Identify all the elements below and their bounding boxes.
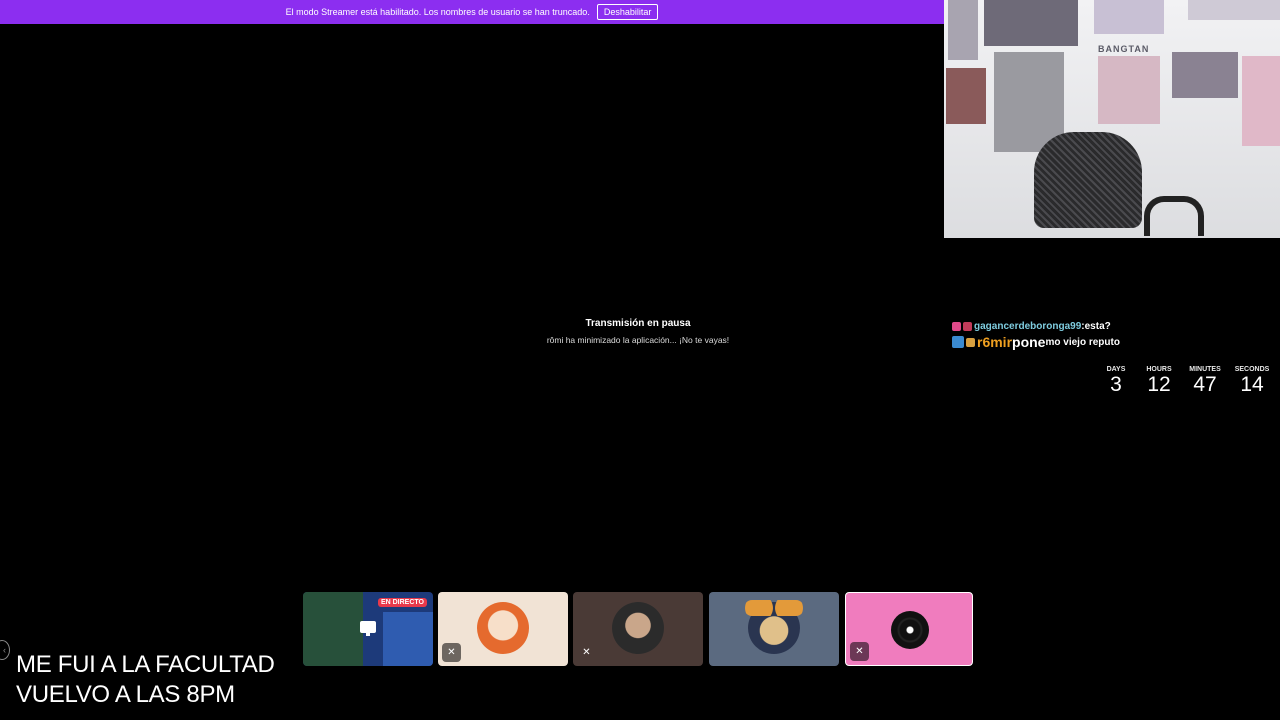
countdown-hours: HOURS 12: [1136, 366, 1182, 397]
poster: [1172, 52, 1238, 98]
chair-arm: [1144, 196, 1204, 236]
countdown-minutes: MINUTES 47: [1182, 366, 1228, 397]
participant-tile[interactable]: ✕: [438, 592, 568, 666]
streamer-mode-banner: El modo Streamer está habilitado. Los no…: [0, 0, 944, 24]
streamer-mode-message: El modo Streamer está habilitado. Los no…: [285, 7, 590, 17]
countdown-label: MINUTES: [1189, 366, 1221, 373]
vinyl-record-icon: [891, 611, 929, 649]
countdown-value: 12: [1147, 373, 1171, 396]
chat-message: r6mir pone mo viejo reputo: [952, 334, 1272, 350]
heart-badge-icon: [952, 321, 961, 331]
overlay-line-2: VUELVO A LAS 8PM: [16, 681, 235, 708]
stream-overlay-text: ME FUI A LA FACULTAD VUELVO A LAS 8PM: [16, 650, 275, 710]
avatar: [612, 602, 664, 654]
chat-username: r6mir: [977, 334, 1013, 350]
participant-tile[interactable]: ✕: [573, 592, 703, 666]
game-map: [383, 612, 433, 666]
poster: [984, 0, 1078, 46]
countdown-value: 3: [1110, 373, 1122, 396]
countdown-value: 14: [1240, 373, 1264, 396]
countdown-days: DAYS 3: [1096, 366, 1136, 397]
countdown-label: SECONDS: [1234, 366, 1270, 373]
mic-muted-icon: ✕: [582, 647, 591, 658]
disable-streamer-mode-button[interactable]: Deshabilitar: [596, 4, 659, 20]
webcam-feed: BANGTAN: [944, 0, 1280, 238]
mic-muted-icon: ✕: [442, 643, 461, 662]
live-badge: EN DIRECTO: [377, 598, 427, 607]
screen-share-icon: [360, 621, 376, 636]
headphones-deafened-icon: ✕: [850, 642, 869, 661]
wall-text: BANGTAN: [1098, 44, 1150, 54]
participant-tile-screenshare[interactable]: EN DIRECTO: [303, 592, 433, 666]
game-map: [303, 592, 363, 666]
participant-tile[interactable]: [709, 592, 839, 666]
countdown-seconds: SECONDS 14: [1228, 366, 1276, 397]
chat-text: esta?: [1084, 320, 1111, 332]
poster: [1098, 56, 1160, 124]
chat-text: pone: [1012, 334, 1046, 350]
countdown-label: HOURS: [1146, 366, 1172, 373]
poster: [946, 68, 986, 124]
countdown-label: DAYS: [1106, 366, 1126, 373]
poster: [948, 0, 978, 60]
office-chair: [1034, 132, 1142, 228]
chat-text-trailing: mo viejo reputo: [1045, 336, 1120, 348]
poster: [1094, 0, 1164, 34]
chat-username: gagancerdeboronga99: [974, 320, 1082, 332]
chevron-left-icon[interactable]: ‹: [0, 640, 10, 660]
poster: [1242, 56, 1280, 146]
chat-overlay: gagancerdeboronga99 : esta? r6mir pone m…: [952, 318, 1272, 350]
chat-message: gagancerdeboronga99 : esta?: [952, 318, 1272, 334]
avatar-decoration: [744, 600, 804, 616]
countdown-value: 47: [1193, 373, 1217, 396]
mod-badge-icon: [963, 321, 972, 331]
poster: [1188, 0, 1280, 20]
countdown-timer: DAYS 3 HOURS 12 MINUTES 47 SECONDS 14: [1096, 366, 1276, 397]
avatar: [477, 602, 529, 654]
participant-tile-music[interactable]: ✕: [845, 592, 973, 666]
sub-badge-icon: [966, 337, 975, 347]
overlay-line-1: ME FUI A LA FACULTAD: [16, 651, 275, 678]
user-badge-icon: [952, 336, 964, 348]
